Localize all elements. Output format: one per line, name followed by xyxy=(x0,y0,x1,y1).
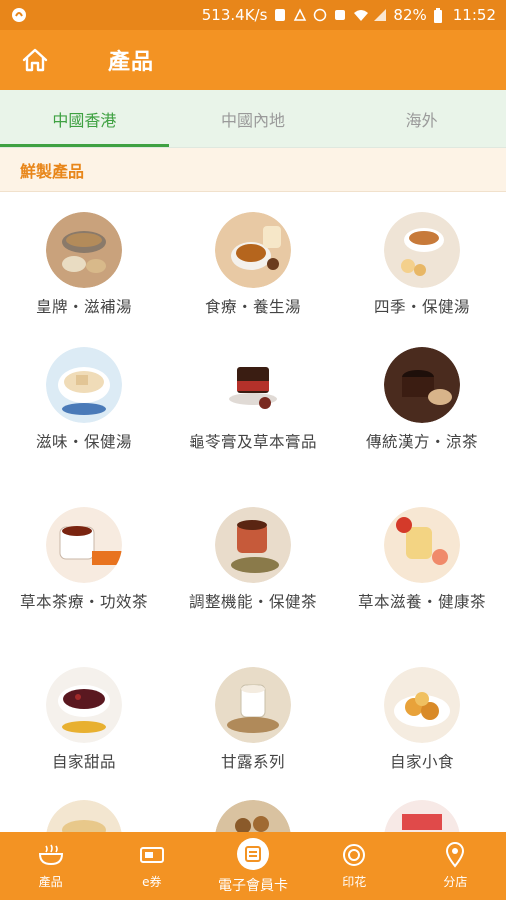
product-item-dessert[interactable]: 自家甜品 xyxy=(0,667,168,775)
premium-soup-thumbnail xyxy=(46,212,122,288)
nav-products-label: 產品 xyxy=(38,875,63,889)
product-label: 食療・養生湯 xyxy=(204,298,301,316)
dessert-thumbnail xyxy=(46,667,122,743)
product-label: 傳統漢方・涼茶 xyxy=(365,433,478,451)
product-label: 四季・保健湯 xyxy=(373,298,470,316)
mute-icon xyxy=(333,8,347,22)
product-item-premium-soup[interactable]: 皇牌・滋補湯 xyxy=(0,212,168,320)
nav-products[interactable]: 產品 xyxy=(0,832,101,900)
product-label: 草本茶療・功效茶 xyxy=(19,593,148,611)
herbal-jelly-thumbnail xyxy=(215,347,291,423)
nav-ecoupon[interactable]: e券 xyxy=(101,832,202,900)
product-item-row5-1[interactable] xyxy=(0,800,168,832)
product-item-herbal-tea[interactable]: 傳統漢方・涼茶 xyxy=(338,347,506,455)
product-label: 甘露系列 xyxy=(220,753,285,771)
therapy-tea-thumbnail xyxy=(46,507,122,583)
product-label: 滋味・保健湯 xyxy=(35,433,132,451)
nav-stamps[interactable]: 印花 xyxy=(304,832,405,900)
product-label: 草本滋養・健康茶 xyxy=(357,593,486,611)
nectar-thumbnail xyxy=(215,667,291,743)
product-item-seasonal-soup[interactable]: 四季・保健湯 xyxy=(338,212,506,320)
ticket-icon xyxy=(138,842,166,868)
tab-mainland[interactable]: 中國內地 xyxy=(169,90,338,147)
bottom-navigation: 產品 e券 電子會員卡 印花 分店 xyxy=(0,832,506,900)
product-item-therapy-soup[interactable]: 食療・養生湯 xyxy=(169,212,337,320)
battery-icon xyxy=(433,8,447,23)
bowl-icon xyxy=(37,842,65,868)
snack-thumbnail xyxy=(384,667,460,743)
stamp-icon xyxy=(340,842,368,868)
nav-member-card-label: 電子會員卡 xyxy=(218,877,288,894)
product-item-nourishing-tea[interactable]: 草本滋養・健康茶 xyxy=(338,507,506,615)
nourishing-tea-thumbnail xyxy=(384,507,460,583)
product-thumbnail xyxy=(384,800,460,832)
location-pin-icon xyxy=(441,842,469,868)
network-speed: 513.4K/s xyxy=(201,6,268,24)
home-button[interactable] xyxy=(0,30,70,90)
product-item-row5-2[interactable] xyxy=(169,800,337,832)
flavour-soup-thumbnail xyxy=(46,347,122,423)
product-item-row5-3[interactable] xyxy=(338,800,506,832)
product-item-nectar[interactable]: 甘露系列 xyxy=(169,667,337,775)
region-tabs: 中國香港 中國內地 海外 xyxy=(0,90,506,148)
wifi-icon xyxy=(353,8,369,22)
product-label: 龜苓膏及草本膏品 xyxy=(188,433,317,451)
product-item-snack[interactable]: 自家小食 xyxy=(338,667,506,775)
product-label: 調整機能・保健茶 xyxy=(188,593,317,611)
product-grid: 皇牌・滋補湯 食療・養生湯 四季・保健湯 滋味・保健湯 龜苓膏及草本膏品 傳統漢… xyxy=(0,192,506,832)
page-title: 產品 xyxy=(108,50,155,75)
data-icon xyxy=(293,8,307,22)
nav-branches-label: 分店 xyxy=(443,875,468,889)
alarm-icon xyxy=(313,8,327,22)
product-thumbnail xyxy=(46,800,122,832)
product-thumbnail xyxy=(215,800,291,832)
battery-level: 82% xyxy=(393,6,427,24)
status-bar: 513.4K/s 82% 11:52 xyxy=(0,0,506,30)
sim-icon xyxy=(273,8,287,22)
seasonal-soup-thumbnail xyxy=(384,212,460,288)
nav-ecoupon-label: e券 xyxy=(142,875,162,889)
product-item-herbal-jelly[interactable]: 龜苓膏及草本膏品 xyxy=(169,347,337,455)
therapy-soup-thumbnail xyxy=(215,212,291,288)
nav-branches[interactable]: 分店 xyxy=(405,832,506,900)
product-label: 皇牌・滋補湯 xyxy=(35,298,132,316)
tab-overseas[interactable]: 海外 xyxy=(337,90,506,147)
herbal-tea-thumbnail xyxy=(384,347,460,423)
tab-hong-kong[interactable]: 中國香港 xyxy=(0,90,169,147)
product-item-therapy-tea[interactable]: 草本茶療・功效茶 xyxy=(0,507,168,615)
app-bar: 產品 xyxy=(0,30,506,90)
wellness-tea-thumbnail xyxy=(215,507,291,583)
product-item-flavour-soup[interactable]: 滋味・保健湯 xyxy=(0,347,168,455)
section-header: 鮮製產品 xyxy=(0,148,506,192)
member-card-icon xyxy=(237,837,269,870)
home-icon xyxy=(22,48,48,72)
nav-stamps-label: 印花 xyxy=(342,875,367,889)
clock-time: 11:52 xyxy=(452,6,496,24)
product-label: 自家甜品 xyxy=(51,753,116,771)
app-notification-icon xyxy=(10,6,28,24)
signal-icon xyxy=(373,8,387,22)
nav-member-card[interactable]: 電子會員卡 xyxy=(202,832,303,900)
product-label: 自家小食 xyxy=(389,753,454,771)
product-item-wellness-tea[interactable]: 調整機能・保健茶 xyxy=(169,507,337,615)
